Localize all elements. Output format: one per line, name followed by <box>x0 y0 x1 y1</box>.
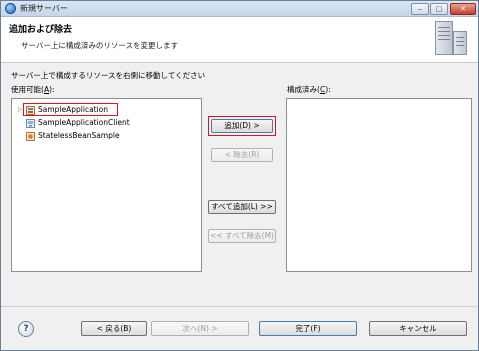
close-button[interactable]: ✕ <box>450 3 476 15</box>
tree-item-label: SampleApplication <box>38 105 109 114</box>
minimize-button[interactable]: ‒ <box>411 3 429 15</box>
ejb-project-icon <box>26 132 35 141</box>
expand-arrow-icon[interactable]: ▷ <box>18 104 24 116</box>
finish-button[interactable]: 完了(F) <box>259 321 357 336</box>
configured-label: 構成済み(C): <box>287 85 331 94</box>
ear-project-icon <box>26 106 35 115</box>
title-bar: 新規サーバー ‒ □ ✕ <box>1 1 478 17</box>
eclipse-app-icon <box>5 3 16 14</box>
remove-button[interactable]: < 除去(R) <box>211 148 273 162</box>
configured-resources-list[interactable] <box>286 98 472 272</box>
back-button[interactable]: < 戻る(B) <box>81 321 147 336</box>
wizard-header: 追加および除去 サーバー上に構成済みのリソースを変更します <box>1 17 478 63</box>
add-button[interactable]: 追加(D) > <box>211 119 273 133</box>
instruction-text: サーバー上で構成するリソースを右側に移動してください <box>11 71 206 80</box>
server-banner-icon <box>433 21 469 57</box>
next-button[interactable]: 次へ(N) > <box>151 321 249 336</box>
tree-item-label: StatelessBeanSample <box>38 131 120 140</box>
available-resources-tree[interactable]: ▷ SampleApplication SampleApplicationCli… <box>11 98 202 272</box>
page-title: 追加および除去 <box>9 25 73 35</box>
footer-divider <box>1 306 478 307</box>
help-icon[interactable]: ? <box>18 321 34 337</box>
maximize-button[interactable]: □ <box>430 3 448 15</box>
available-label: 使用可能(A): <box>11 85 55 94</box>
client-project-icon <box>26 119 35 128</box>
window-title: 新規サーバー <box>20 4 68 13</box>
tree-item-label: SampleApplicationClient <box>38 118 130 127</box>
remove-all-button[interactable]: << すべて除去(M) <box>208 229 276 243</box>
add-all-button[interactable]: すべて追加(L) >> <box>208 200 276 214</box>
page-description: サーバー上に構成済みのリソースを変更します <box>21 41 179 50</box>
dialog-window: 新規サーバー ‒ □ ✕ 追加および除去 サーバー上に構成済みのリソースを変更し… <box>0 0 479 351</box>
cancel-button[interactable]: キャンセル <box>369 321 467 336</box>
